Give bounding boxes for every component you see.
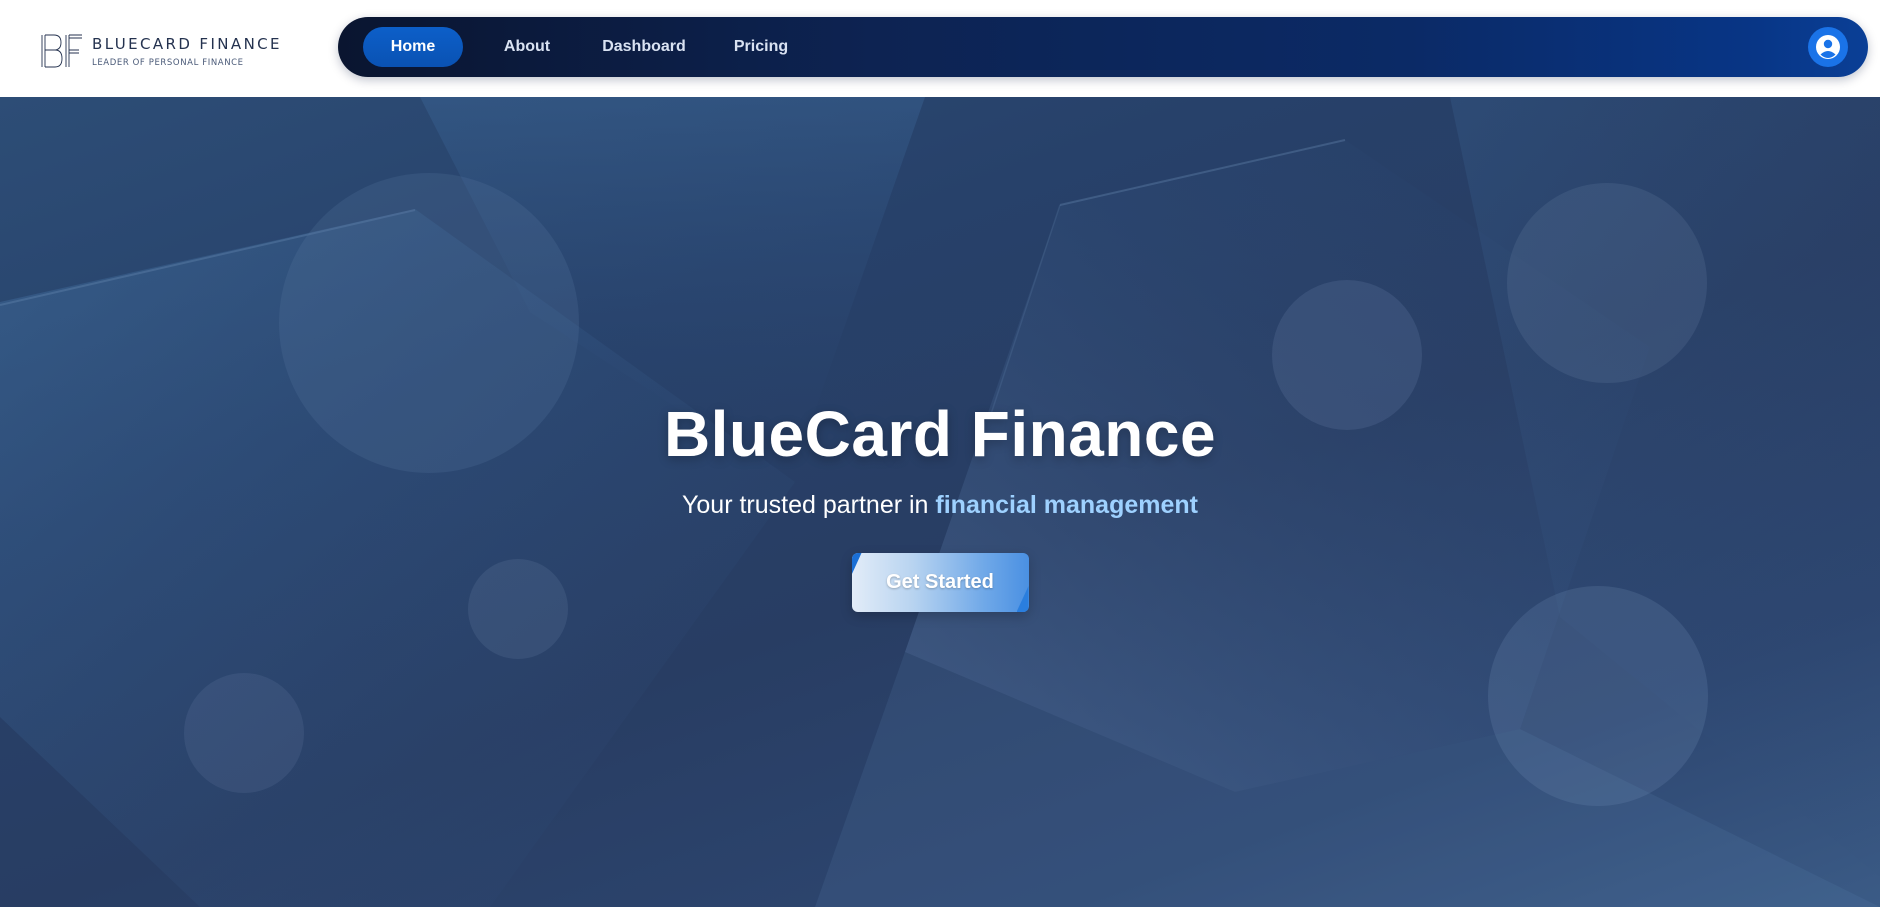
get-started-label: Get Started <box>886 571 994 593</box>
nav-item-pricing[interactable]: Pricing <box>722 27 800 67</box>
get-started-button[interactable]: Get Started <box>851 553 1029 612</box>
brand-name: BLUECARD FINANCE <box>92 34 282 53</box>
brand-logo[interactable]: BLUECARD FINANCE LEADER OF PERSONAL FINA… <box>40 33 282 69</box>
nav-item-dashboard[interactable]: Dashboard <box>592 27 696 67</box>
user-account-button[interactable] <box>1808 27 1848 67</box>
hero-subtitle-text: Your trusted partner in <box>682 491 936 519</box>
hero-subtitle-highlight: financial management <box>935 491 1198 519</box>
user-circle-icon <box>1816 35 1840 59</box>
bf-monogram-icon <box>41 34 82 68</box>
nav-item-home[interactable]: Home <box>363 27 463 67</box>
nav-menu: Home About Dashboard Pricing <box>363 27 800 67</box>
hero-subtitle: Your trusted partner in financial manage… <box>682 491 1198 520</box>
brand-tagline: LEADER OF PERSONAL FINANCE <box>92 57 244 68</box>
hero-content: BlueCard Finance Your trusted partner in… <box>0 397 1880 612</box>
site-header: BLUECARD FINANCE LEADER OF PERSONAL FINA… <box>0 0 1880 97</box>
hero-title: BlueCard Finance <box>663 398 1217 470</box>
brand-text: BLUECARD FINANCE LEADER OF PERSONAL FINA… <box>92 35 282 68</box>
main-navbar: Home About Dashboard Pricing <box>338 17 1868 77</box>
hero-section: BlueCard Finance Your trusted partner in… <box>0 97 1880 907</box>
nav-item-about[interactable]: About <box>484 27 570 67</box>
